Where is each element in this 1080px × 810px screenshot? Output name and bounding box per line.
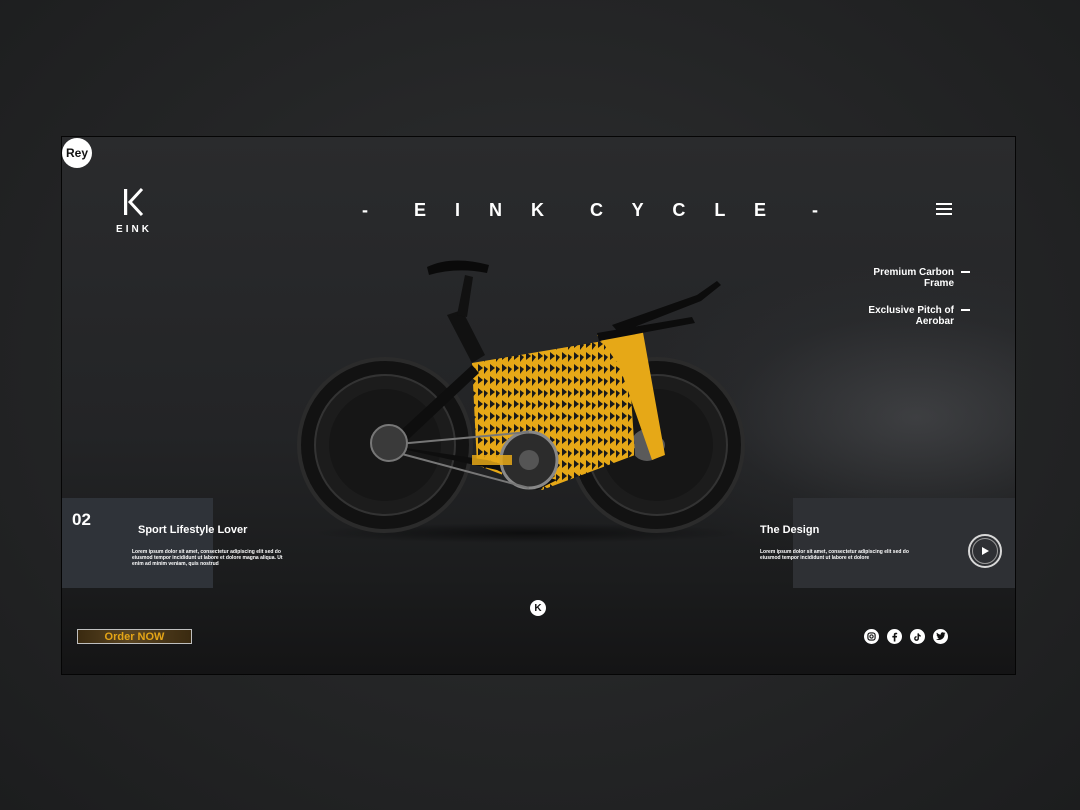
section-title-left: Sport Lifestyle Lover (138, 524, 248, 536)
play-button[interactable] (968, 534, 1002, 568)
play-icon (972, 538, 998, 564)
dash-icon (961, 271, 970, 273)
author-badge: Rey (62, 138, 92, 168)
feature-list: Premium Carbon Frame Exclusive Pitch of … (859, 267, 970, 343)
footer-logo: K (530, 600, 546, 616)
facebook-icon[interactable] (887, 629, 902, 644)
page-title: - E I N K C Y C L E - (362, 200, 831, 220)
feature-item[interactable]: Premium Carbon Frame (859, 267, 970, 289)
brand-logo[interactable]: EINK (114, 187, 154, 235)
hero-frame: Rey EINK - E I N K C Y C L E - Premium C… (61, 136, 1016, 675)
section-title-right: The Design (760, 524, 820, 536)
tiktok-icon[interactable] (910, 629, 925, 644)
order-now-button[interactable]: Order NOW (77, 629, 192, 644)
twitter-icon[interactable] (933, 629, 948, 644)
feature-label: Exclusive Pitch of Aerobar (868, 305, 954, 327)
bike-image (297, 260, 745, 543)
logo-text: EINK (116, 224, 152, 235)
logo-mark-icon (124, 187, 144, 217)
social-links (864, 629, 948, 644)
feature-item[interactable]: Exclusive Pitch of Aerobar (859, 305, 970, 327)
section-body-left: Lorem ipsum dolor sit amet, consectetur … (132, 549, 283, 567)
section-body-right: Lorem ipsum dolor sit amet, consectetur … (760, 549, 909, 561)
dash-icon (961, 309, 970, 311)
menu-icon[interactable] (936, 203, 952, 215)
feature-label: Premium Carbon Frame (873, 267, 954, 289)
slide-number: 02 (72, 510, 91, 529)
instagram-icon[interactable] (864, 629, 879, 644)
